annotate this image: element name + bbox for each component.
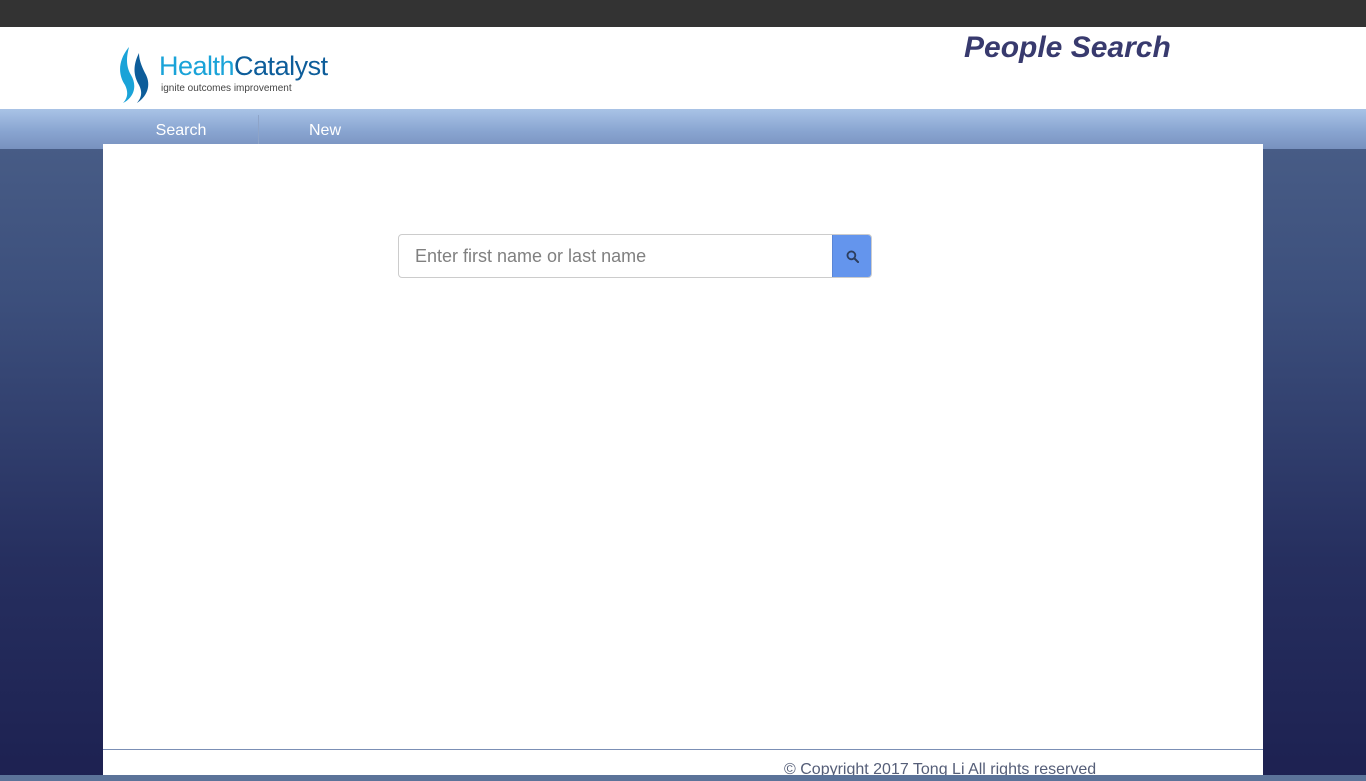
main-navbar: Search New — [0, 109, 1366, 149]
bottom-strip — [0, 775, 1366, 781]
nav-item-search[interactable]: Search — [104, 109, 258, 144]
logo-name-part2: Catalyst — [234, 51, 328, 81]
search-input[interactable] — [399, 235, 834, 277]
page-title: People Search — [964, 31, 1171, 64]
flame-icon — [120, 47, 149, 103]
search-group — [398, 234, 872, 278]
search-button[interactable] — [832, 235, 871, 277]
browser-top-bar — [0, 0, 1366, 27]
nav-item-new[interactable]: New — [259, 109, 391, 144]
logo-tagline: ignite outcomes improvement — [161, 83, 292, 94]
search-icon — [846, 250, 859, 263]
footer-divider — [103, 749, 1263, 750]
logo-name-part1: Health — [159, 51, 235, 81]
main-content-panel: © Copyright 2017 Tong Li All rights rese… — [103, 144, 1263, 781]
page-header: HealthCatalyst ignite outcomes improveme… — [0, 27, 1366, 109]
health-catalyst-logo[interactable]: HealthCatalyst ignite outcomes improveme… — [115, 43, 355, 103]
logo-wordmark: HealthCatalyst — [159, 51, 328, 81]
